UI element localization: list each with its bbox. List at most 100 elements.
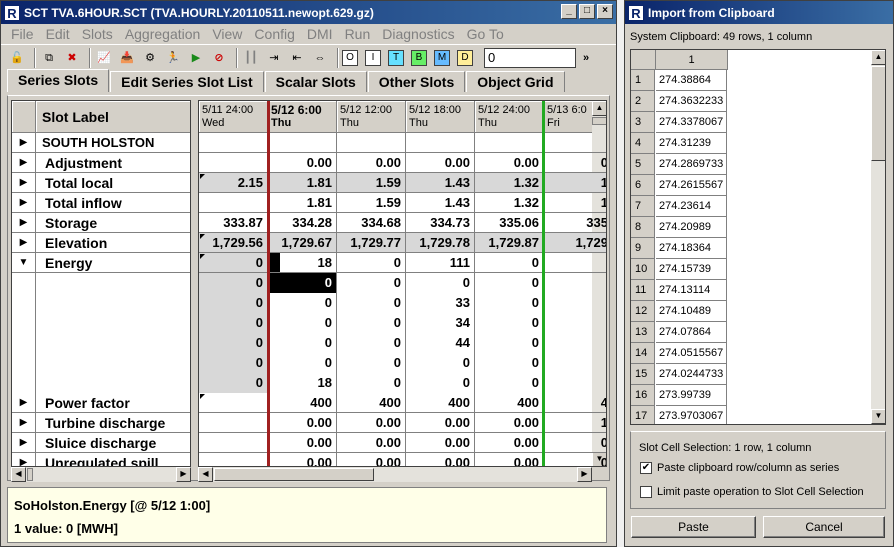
expand-arrow-icon[interactable]: ▶ [12, 393, 36, 413]
data-cell[interactable]: 0 [268, 353, 337, 373]
data-cell[interactable]: 0 [199, 253, 268, 273]
runner-icon[interactable]: 🏃 [163, 48, 183, 68]
slot-row[interactable] [12, 353, 190, 373]
data-cell[interactable]: 0 [268, 273, 337, 293]
column-header[interactable]: 5/11 24:00 Wed [199, 101, 268, 133]
slot-row[interactable] [12, 333, 190, 353]
data-cell[interactable]: 1.59 [337, 173, 406, 193]
data-cell[interactable]: 0 [475, 373, 544, 393]
data-cell[interactable]: 0 [337, 253, 406, 273]
slot-row[interactable]: ▶ Unregulated spill [12, 453, 190, 466]
clipboard-row[interactable]: 11 274.13114 [631, 280, 871, 301]
slot-row[interactable]: ▶ Total inflow [12, 193, 190, 213]
data-cell[interactable]: 1,729.77 [337, 233, 406, 253]
tab-series-slots[interactable]: Series Slots [7, 69, 110, 92]
clipboard-vscrollbar[interactable]: ▲ ▼ [871, 50, 885, 424]
data-cell[interactable]: 0 [544, 433, 606, 453]
data-cell[interactable]: 334.28 [268, 213, 337, 233]
clipboard-value[interactable]: 274.20989 [656, 217, 727, 238]
close-button[interactable]: × [597, 4, 613, 19]
expand-arrow-icon[interactable]: ▶ [12, 213, 36, 233]
slot-row[interactable] [12, 373, 190, 393]
data-cell[interactable]: 0 [406, 373, 475, 393]
data-cell[interactable]: 0 [199, 293, 268, 313]
data-cell[interactable] [544, 253, 606, 273]
menu-config[interactable]: Config [248, 26, 300, 42]
data-cell[interactable]: 0 [337, 373, 406, 393]
clipboard-row[interactable]: 4 274.31239 [631, 133, 871, 154]
data-cell[interactable]: 1.81 [268, 173, 337, 193]
slot-row[interactable]: ▶ Elevation [12, 233, 190, 253]
clipboard-row[interactable]: 6 274.2615567 [631, 175, 871, 196]
menu-run[interactable]: Run [339, 26, 377, 42]
menu-diagnostics[interactable]: Diagnostics [376, 26, 460, 42]
arrow-right-icon[interactable]: ⇥ [264, 48, 284, 68]
toggle-d-icon[interactable]: D [457, 49, 473, 66]
data-cell[interactable]: 0.00 [268, 453, 337, 466]
expand-arrow-icon[interactable]: ▶ [12, 233, 36, 253]
slot-row[interactable]: ▶ SOUTH HOLSTON [12, 133, 190, 153]
data-cell[interactable]: 0.00 [475, 433, 544, 453]
data-cell[interactable]: 0 [268, 333, 337, 353]
clipboard-value[interactable]: 274.3378067 [656, 112, 727, 133]
data-cell[interactable]: 334.73 [406, 213, 475, 233]
data-cell[interactable]: 2.15 [199, 173, 268, 193]
clipboard-row[interactable]: 17 273.9703067 [631, 406, 871, 424]
data-cell[interactable]: 0 [337, 333, 406, 353]
data-cell[interactable]: 1.59 [337, 193, 406, 213]
data-cell[interactable]: 1,729.56 [199, 233, 268, 253]
data-cell[interactable]: 0 [199, 333, 268, 353]
data-cell[interactable]: 1 [544, 193, 606, 213]
slot-row[interactable] [12, 273, 190, 293]
data-cell[interactable]: 333.87 [199, 213, 268, 233]
data-cell[interactable]: 1.81 [268, 193, 337, 213]
expand-arrow-icon[interactable]: ▶ [12, 173, 36, 193]
data-cell[interactable]: 34 [406, 313, 475, 333]
label-hscrollbar[interactable]: ◀ ▶ [11, 467, 191, 482]
expand-arrow-icon[interactable]: ▶ [12, 193, 36, 213]
menu-edit[interactable]: Edit [40, 26, 76, 42]
expand-arrow-icon[interactable]: ▶ [12, 453, 36, 466]
data-cell[interactable]: 0 [475, 333, 544, 353]
slot-row[interactable]: ▶ Storage [12, 213, 190, 233]
clipboard-value[interactable]: 274.13114 [656, 280, 727, 301]
clipboard-row[interactable]: 14 274.0515567 [631, 343, 871, 364]
cancel-button[interactable]: Cancel [763, 516, 885, 538]
maximize-button[interactable]: □ [579, 4, 595, 19]
slot-row[interactable]: ▶ Power factor [12, 393, 190, 413]
data-cell[interactable]: 0 [268, 293, 337, 313]
toggle-m-icon[interactable]: M [434, 49, 450, 66]
data-cell[interactable] [337, 133, 406, 153]
data-cell[interactable]: 400 [337, 393, 406, 413]
data-cell[interactable]: 0.00 [475, 153, 544, 173]
clipboard-row[interactable]: 3 274.3378067 [631, 112, 871, 133]
slot-row[interactable]: ▼ Energy [12, 253, 190, 273]
fit-icon[interactable]: ⇔ [310, 48, 330, 68]
slot-row[interactable] [12, 313, 190, 333]
clipboard-value[interactable]: 274.18364 [656, 238, 727, 259]
clipboard-row[interactable]: 15 274.0244733 [631, 364, 871, 385]
slot-row[interactable] [12, 293, 190, 313]
delete-slot-icon[interactable]: ✖ [62, 48, 82, 68]
data-cell[interactable]: 18 [268, 373, 337, 393]
clipboard-row[interactable]: 13 274.07864 [631, 322, 871, 343]
paste-button[interactable]: Paste [631, 516, 756, 538]
data-cell[interactable] [544, 293, 606, 313]
data-cell[interactable]: 0 [475, 313, 544, 333]
menu-view[interactable]: View [206, 26, 248, 42]
clipboard-value[interactable]: 274.0515567 [656, 343, 727, 364]
lock-icon[interactable]: 🔓 [7, 48, 27, 68]
data-cell[interactable]: 0 [544, 153, 606, 173]
tab-edit-series-slot-list[interactable]: Edit Series Slot List [110, 71, 264, 92]
toggle-o-icon[interactable]: O [342, 49, 358, 66]
column-header[interactable]: 5/12 24:00 Thu [475, 101, 544, 133]
data-cell[interactable]: 1,729.78 [406, 233, 475, 253]
expand-arrow-icon[interactable] [12, 333, 36, 353]
paste-as-series-checkbox[interactable]: ✔ [640, 462, 652, 474]
config-icon[interactable]: ⚙ [140, 48, 160, 68]
expand-arrow-icon[interactable] [12, 353, 36, 373]
data-cell[interactable]: 0 [199, 273, 268, 293]
data-cell[interactable] [544, 273, 606, 293]
expand-arrow-icon[interactable] [12, 313, 36, 333]
data-cell[interactable]: 0 [337, 293, 406, 313]
